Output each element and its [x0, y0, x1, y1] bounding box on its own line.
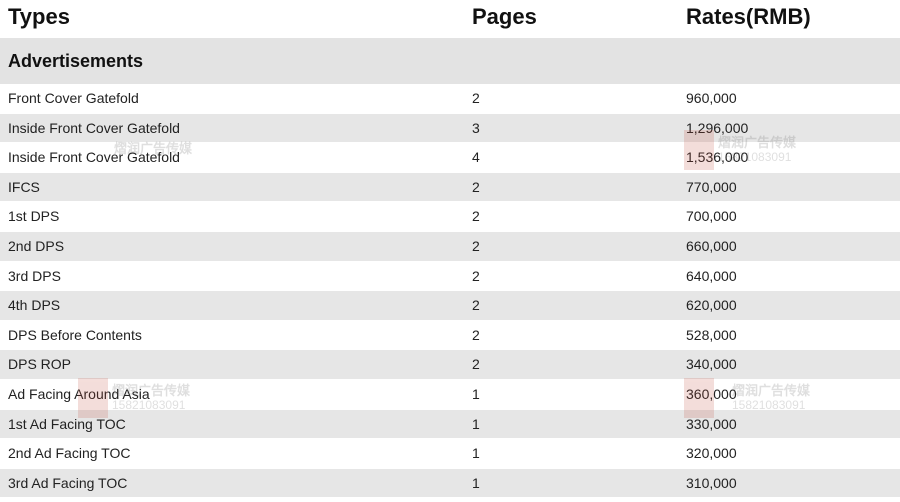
table-row: IFCS 2 770,000	[0, 172, 900, 203]
cell-pages: 1	[472, 385, 480, 402]
cell-type: 4th DPS	[8, 297, 61, 314]
cell-pages: 2	[472, 326, 480, 343]
cell-rate: 660,000	[686, 237, 737, 254]
table-row: 3rd DPS 2 640,000	[0, 261, 900, 292]
table-row: 1st Ad Facing TOC 1 330,000	[0, 409, 900, 440]
table-row: 2nd DPS 2 660,000	[0, 231, 900, 262]
cell-pages: 2	[472, 178, 480, 195]
cell-pages: 2	[472, 297, 480, 314]
table-row: 2nd Ad Facing TOC 1 320,000	[0, 439, 900, 469]
cell-rate: 770,000	[686, 178, 737, 195]
cell-rate: 1,296,000	[686, 119, 749, 136]
cell-pages: 1	[472, 445, 480, 462]
cell-rate: 620,000	[686, 297, 737, 314]
cell-type: 1st DPS	[8, 208, 60, 225]
table-row: DPS ROP 2 340,000	[0, 350, 900, 380]
cell-pages: 1	[472, 415, 480, 432]
cell-type: 3rd Ad Facing TOC	[8, 474, 128, 491]
table-row: Inside Front Cover Gatefold 4 1,536,000	[0, 143, 900, 173]
section-title: Advertisements	[8, 51, 144, 71]
cell-rate: 310,000	[686, 474, 737, 491]
table-row: Inside Front Cover Gatefold 3 1,296,000	[0, 113, 900, 144]
cell-type: 2nd Ad Facing TOC	[8, 445, 131, 462]
cell-type: Inside Front Cover Gatefold	[8, 119, 180, 136]
cell-rate: 700,000	[686, 208, 737, 225]
cell-pages: 2	[472, 356, 480, 373]
cell-type: Inside Front Cover Gatefold	[8, 149, 180, 166]
cell-type: 3rd DPS	[8, 267, 61, 284]
cell-type: DPS ROP	[8, 356, 72, 373]
cell-rate: 360,000	[686, 385, 737, 402]
rate-table: Types Pages Rates(RMB) Advertisements Fr…	[0, 0, 900, 499]
cell-pages: 2	[472, 267, 480, 284]
table-header: Types Pages Rates(RMB)	[0, 0, 900, 38]
cell-pages: 4	[472, 149, 480, 166]
cell-rate: 320,000	[686, 445, 737, 462]
cell-type: 1st Ad Facing TOC	[8, 415, 126, 432]
cell-pages: 2	[472, 208, 480, 225]
cell-type: Ad Facing Around Asia	[8, 385, 150, 402]
cell-type: IFCS	[8, 178, 40, 195]
table-row: 1st DPS 2 700,000	[0, 202, 900, 232]
cell-type: DPS Before Contents	[8, 326, 142, 343]
table-row: Ad Facing Around Asia 1 360,000	[0, 379, 900, 410]
table-row: 4th DPS 2 620,000	[0, 291, 900, 321]
column-header-rates: Rates(RMB)	[686, 4, 811, 29]
cell-rate: 960,000	[686, 90, 737, 106]
cell-rate: 330,000	[686, 415, 737, 432]
cell-pages: 1	[472, 474, 480, 491]
column-header-pages: Pages	[472, 4, 537, 29]
table-row: Front Cover Gatefold 2 960,000	[0, 84, 900, 114]
cell-rate: 640,000	[686, 267, 737, 284]
cell-pages: 2	[472, 90, 480, 106]
section-heading-row: Advertisements	[0, 38, 900, 84]
cell-rate: 528,000	[686, 326, 737, 343]
table-row: 3rd Ad Facing TOC 1 310,000	[0, 468, 900, 499]
cell-type: 2nd DPS	[8, 237, 65, 254]
cell-type: Front Cover Gatefold	[8, 90, 139, 106]
column-header-types: Types	[8, 4, 70, 29]
table-body: Front Cover Gatefold 2 960,000 Inside Front…	[0, 84, 900, 499]
cell-rate: 1,536,000	[686, 149, 749, 166]
cell-pages: 3	[472, 119, 480, 136]
cell-pages: 2	[472, 237, 480, 254]
table-row: DPS Before Contents 2 528,000	[0, 320, 900, 351]
cell-rate: 340,000	[686, 356, 737, 373]
